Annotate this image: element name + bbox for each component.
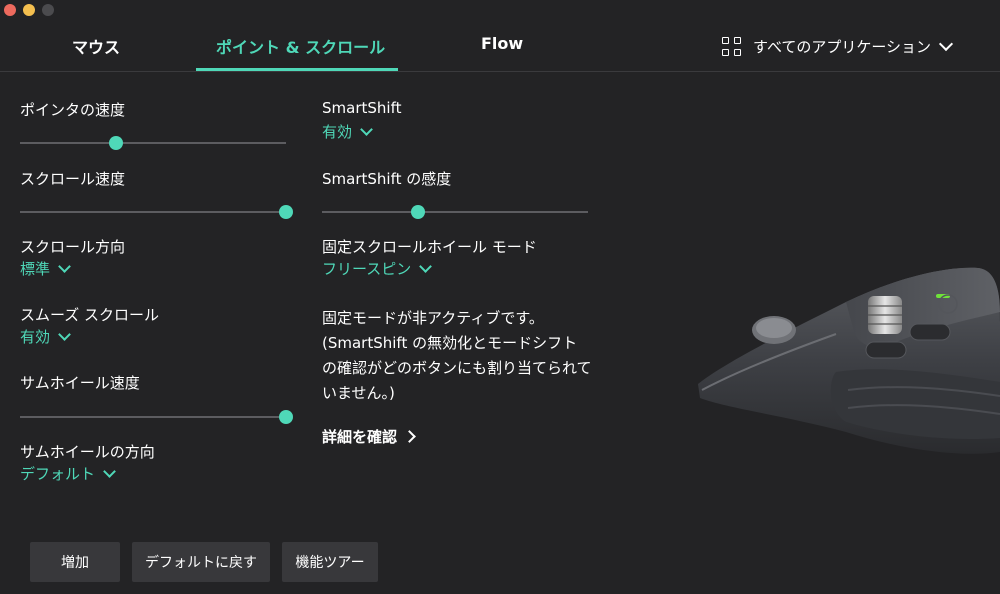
chevron-down-icon [58, 328, 71, 341]
ratchet-mode-dropdown[interactable]: フリースピン [322, 258, 433, 279]
ratchet-mode-label: 固定スクロールホイール モード [322, 238, 537, 256]
scroll-direction-dropdown[interactable]: 標準 [20, 258, 71, 279]
smartshift-sensitivity-slider[interactable] [322, 205, 588, 219]
slider-track [322, 211, 588, 213]
reset-defaults-button[interactable]: デフォルトに戻す [132, 542, 270, 582]
smartshift-sensitivity-label: SmartShift の感度 [322, 170, 452, 188]
smooth-scroll-label: スムーズ スクロール [20, 306, 160, 324]
scroll-speed-slider[interactable] [20, 205, 293, 219]
scroll-speed-label: スクロール速度 [20, 170, 126, 188]
ratchet-mode-value: フリースピン [322, 260, 412, 278]
slider-thumb[interactable] [108, 136, 123, 150]
chevron-down-icon [938, 36, 954, 51]
tab-point-and-scroll[interactable]: ポイント & スクロール [216, 34, 385, 58]
slider-track [20, 211, 286, 213]
thumbwheel-direction-label: サムホイールの方向 [20, 443, 155, 461]
chevron-down-icon [360, 123, 373, 136]
smartshift-value: 有効 [322, 123, 353, 141]
chevron-down-icon [103, 465, 116, 478]
learn-more-label: 詳細を確認 [322, 428, 398, 446]
thumbwheel-direction-value: デフォルト [20, 465, 96, 483]
thumbwheel-speed-label: サムホイール速度 [20, 374, 140, 392]
tab-flow[interactable]: Flow [481, 34, 523, 53]
scroll-direction-label: スクロール方向 [20, 238, 126, 256]
zoom-window-button[interactable] [42, 4, 54, 16]
smooth-scroll-value: 有効 [20, 328, 51, 346]
mouse-illustration [698, 267, 1000, 454]
slider-track [20, 416, 286, 418]
smartshift-dropdown[interactable]: 有効 [322, 121, 373, 142]
slider-thumb[interactable] [279, 410, 293, 424]
chevron-down-icon [58, 260, 71, 273]
slider-thumb[interactable] [410, 205, 425, 219]
chevron-down-icon [419, 260, 433, 273]
nav-divider [0, 71, 1000, 72]
application-selector-label: すべてのアプリケーション [753, 38, 932, 56]
grid-icon [722, 36, 742, 57]
chevron-right-icon [403, 430, 416, 443]
pointer-speed-label: ポインタの速度 [20, 101, 126, 119]
slider-thumb[interactable] [279, 205, 293, 219]
tab-mouse[interactable]: マウス [72, 34, 120, 58]
ratchet-mode-info: 固定モードが非アクティブです。(SmartShift の無効化とモードシフトの確… [322, 309, 592, 402]
smooth-scroll-dropdown[interactable]: 有効 [20, 326, 71, 347]
learn-more-link[interactable]: 詳細を確認 [322, 426, 416, 447]
thumbwheel-speed-slider[interactable] [20, 410, 293, 424]
scroll-direction-value: 標準 [20, 260, 51, 278]
feature-tour-button[interactable]: 機能ツアー [282, 542, 378, 582]
thumbwheel-direction-dropdown[interactable]: デフォルト [20, 463, 116, 484]
application-selector[interactable]: すべてのアプリケーション [722, 36, 954, 57]
close-window-button[interactable] [4, 4, 16, 16]
minimize-window-button[interactable] [23, 4, 35, 16]
add-button[interactable]: 増加 [30, 542, 120, 582]
slider-track [20, 142, 286, 144]
pointer-speed-slider[interactable] [20, 136, 286, 150]
smartshift-label: SmartShift [322, 99, 402, 117]
